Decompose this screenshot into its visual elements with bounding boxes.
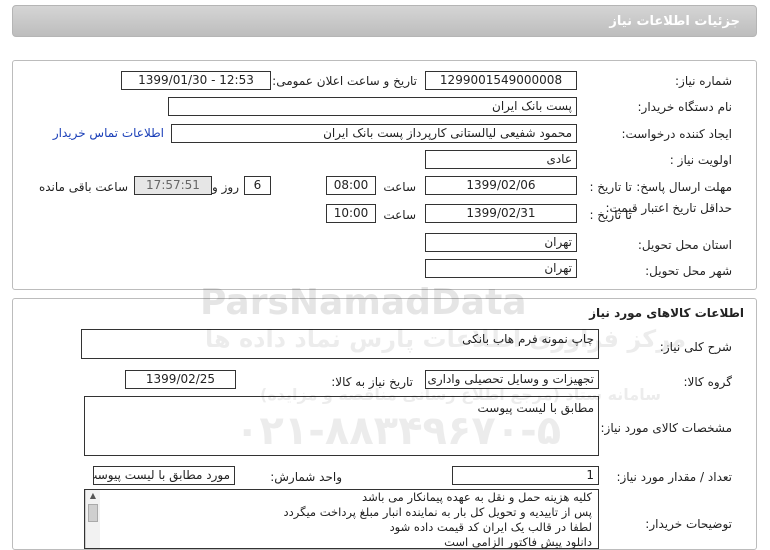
announce-date-field: 1399/01/30 - 12:53 (121, 71, 271, 90)
reply-to-date-label: تا تاریخ : (589, 180, 632, 194)
watermark-tagline: مرکز فراوری اطلاعات پارس نماد داده ها (205, 325, 687, 353)
goods-section-title: اطلاعات کالاهای مورد نیاز (589, 306, 744, 320)
note-line: کلیه هزینه حمل و نقل به عهده پیمانکار می… (362, 490, 592, 504)
need-info-panel (12, 60, 757, 290)
remaining-hours-label: ساعت باقی مانده (38, 180, 128, 194)
buyer-notes-textarea[interactable]: ▲ کلیه هزینه حمل و نقل به عهده پیمانکار … (84, 489, 599, 549)
province-label: استان محل تحویل: (637, 238, 732, 252)
scroll-thumb[interactable] (88, 504, 98, 522)
reply-time-label: ساعت (383, 180, 416, 194)
quantity-field: 1 (452, 466, 599, 485)
buyer-notes-label: توضیحات خریدار: (645, 517, 732, 531)
buyer-name-label: نام دستگاه خریدار: (637, 100, 733, 114)
page-title: جزئیات اطلاعات نیاز (609, 14, 740, 29)
requester-field: محمود شفیعی لیالستانی کارپرداز پست بانک … (171, 124, 577, 143)
priority-label: اولویت نیاز : (669, 153, 732, 167)
page-title-bar: جزئیات اطلاعات نیاز (12, 5, 757, 37)
reply-deadline-label: مهلت ارسال پاسخ: (636, 180, 732, 194)
goods-group-label: گروه کالا: (683, 375, 733, 389)
unit-field: مورد مطابق با لیست پیوست (93, 466, 235, 485)
notes-scrollbar[interactable]: ▲ (85, 490, 100, 548)
validity-time-label: ساعت (383, 208, 416, 222)
validity-date-field: 1399/02/31 (425, 204, 577, 223)
note-line: پس از تاییدیه و تحویل کل بار به نماینده … (283, 505, 593, 519)
remaining-days-field: 6 (244, 176, 271, 195)
unit-label: واحد شمارش: (270, 470, 342, 484)
requester-label: ایجاد کننده درخواست: (621, 127, 732, 141)
need-number-field: 1299001549000008 (425, 71, 577, 90)
validity-time-field: 10:00 (326, 204, 376, 223)
announce-date-label: تاریخ و ساعت اعلان عمومی: (272, 74, 417, 88)
days-label: روز و (212, 180, 239, 194)
need-number-label: شماره نیاز: (675, 74, 732, 88)
buyer-contact-link[interactable]: اطلاعات تماس خریدار (53, 126, 164, 140)
note-line: لطفا در قالب یک ایران کد قیمت داده شود (389, 520, 592, 534)
watermark-phone: ۰۲۱-۸۸۳۴۹۶۷۰-۵ (235, 408, 562, 454)
scroll-up-icon[interactable]: ▲ (86, 490, 100, 502)
validity-to-date-label: تا تاریخ : (589, 208, 632, 222)
quantity-label: تعداد / مقدار مورد نیاز: (616, 470, 732, 484)
reply-date-field: 1399/02/06 (425, 176, 577, 195)
remaining-time-field: 17:57:51 (134, 176, 212, 195)
priority-field: عادی (425, 150, 577, 169)
city-field: تهران (425, 259, 577, 278)
goods-spec-label: مشخصات کالای مورد نیاز: (600, 421, 732, 435)
city-label: شهر محل تحویل: (645, 264, 732, 278)
buyer-name-field: پست بانک ایران (168, 97, 577, 116)
province-field: تهران (425, 233, 577, 252)
need-date-field: 1399/02/25 (125, 370, 236, 389)
reply-time-field: 08:00 (326, 176, 376, 195)
watermark-brand: ParsNamadData (200, 282, 527, 323)
notes-content: کلیه هزینه حمل و نقل به عهده پیمانکار می… (101, 490, 598, 549)
watermark-subtitle: سامانه ستاد (مرجع اطلاع رسانی مناقصه و م… (260, 385, 661, 404)
note-line: دانلود پیش فاکتور الزامی است (444, 535, 592, 549)
